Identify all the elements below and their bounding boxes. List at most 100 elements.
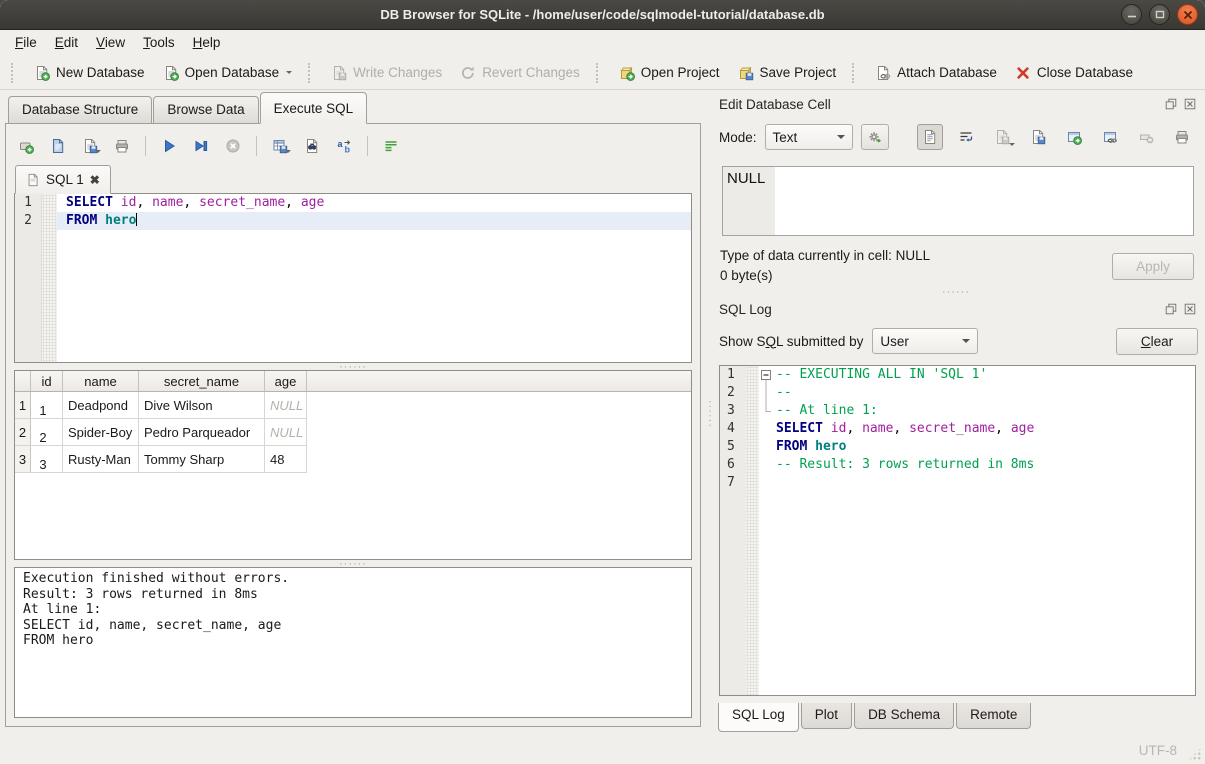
find-in-sql-button[interactable] <box>302 136 322 156</box>
toggle-word-wrap-button[interactable] <box>381 136 401 156</box>
float-dock-button[interactable] <box>1163 96 1179 112</box>
column-header-age[interactable]: age <box>265 371 307 391</box>
dock-tab-sql-log[interactable]: SQL Log <box>718 703 799 732</box>
toolbar-separator <box>145 136 146 156</box>
save-project-button[interactable]: Save Project <box>729 61 846 85</box>
table-cell[interactable]: 48 <box>265 446 307 472</box>
import-data-button <box>989 124 1015 150</box>
open-sql-file-button[interactable] <box>48 136 68 156</box>
row-header[interactable]: 3 <box>15 446 31 472</box>
save-sql-file-button[interactable] <box>80 136 100 156</box>
message-line: Execution finished without errors. <box>23 571 683 587</box>
main-toolbar: New DatabaseOpen DatabaseWrite ChangesRe… <box>0 56 1205 90</box>
table-cell[interactable]: Dive Wilson <box>139 392 265 418</box>
toolbar-handle[interactable] <box>11 63 18 83</box>
copy-link-button[interactable] <box>1097 124 1123 150</box>
close-dock-button[interactable] <box>1182 301 1198 317</box>
export-data-icon <box>1030 129 1046 145</box>
titlebar[interactable]: DB Browser for SQLite - /home/user/code/… <box>0 0 1205 30</box>
dropdown-arrow-icon[interactable] <box>95 150 101 156</box>
menu-edit[interactable]: Edit <box>46 30 87 56</box>
sql-tab[interactable]: SQL 1✖ <box>15 165 111 194</box>
line-number: 2 <box>720 384 746 402</box>
open-project-button[interactable]: Open Project <box>610 61 729 85</box>
column-header-id[interactable]: id <box>31 371 63 391</box>
window-controls <box>1121 4 1198 25</box>
column-header-name[interactable]: name <box>63 371 139 391</box>
execute-sql-page: ab SQL 1✖ 12 SELECT id, name, secret_nam… <box>5 123 701 727</box>
splitter-main[interactable]: ······ <box>706 90 714 737</box>
table-cell[interactable]: 1 <box>31 392 63 418</box>
export-results-button[interactable] <box>270 136 290 156</box>
attach-database-button[interactable]: Attach Database <box>866 61 1006 85</box>
tab-browse-data[interactable]: Browse Data <box>153 96 258 123</box>
maximize-button[interactable] <box>1149 4 1170 25</box>
cell-value: NULL <box>727 170 765 187</box>
dropdown-arrow-icon[interactable] <box>285 150 291 156</box>
sql-log-filter-row: Show SQL submitted by User Clear <box>714 326 1198 356</box>
menu-view[interactable]: View <box>87 30 134 56</box>
log-line <box>759 474 1195 492</box>
fold-margin <box>759 474 773 492</box>
menu-help[interactable]: Help <box>184 30 230 56</box>
new-database-button[interactable]: New Database <box>25 61 154 85</box>
export-data-button[interactable] <box>1025 124 1051 150</box>
word-wrap-button[interactable] <box>953 124 979 150</box>
row-header[interactable]: 1 <box>15 392 31 418</box>
execute-all-button[interactable] <box>159 136 179 156</box>
tab-database-structure[interactable]: Database Structure <box>8 96 152 123</box>
splitter-results-message[interactable]: ······ <box>14 560 692 567</box>
text-mode-button[interactable] <box>917 124 943 150</box>
grid-corner[interactable] <box>15 371 31 391</box>
row-header[interactable]: 2 <box>15 419 31 445</box>
sql-editor[interactable]: 12 SELECT id, name, secret_name, ageFROM… <box>14 193 692 363</box>
resize-grip-icon[interactable] <box>1188 747 1202 761</box>
menu-tools[interactable]: Tools <box>134 30 184 56</box>
fold-marker-icon[interactable] <box>759 366 773 384</box>
open-sql-tab-button[interactable] <box>16 136 36 156</box>
clear-button[interactable]: Clear <box>1116 328 1198 355</box>
table-cell[interactable]: Tommy Sharp <box>139 446 265 472</box>
print-sql-button[interactable] <box>112 136 132 156</box>
dock-tab-db-schema[interactable]: DB Schema <box>854 703 954 729</box>
column-header-secret-name[interactable]: secret_name <box>139 371 265 391</box>
float-dock-button[interactable] <box>1163 301 1179 317</box>
toolbar-button-label: Open Database <box>185 65 280 80</box>
splitter-cell-log[interactable]: ······ <box>714 286 1198 297</box>
table-cell[interactable]: NULL <box>265 392 307 418</box>
toolbar-button-label: Revert Changes <box>482 65 580 80</box>
table-cell[interactable]: Pedro Parqueador <box>139 419 265 445</box>
editor-code-area[interactable]: SELECT id, name, secret_name, ageFROM he… <box>57 194 691 362</box>
open-database-button[interactable]: Open Database <box>154 61 302 85</box>
dock-tab-plot[interactable]: Plot <box>801 703 852 729</box>
mode-select[interactable]: Text <box>765 124 853 150</box>
edit-cell-dock-buttons <box>1163 96 1198 112</box>
close-database-button[interactable]: Close Database <box>1006 61 1142 85</box>
print-cell-button[interactable] <box>1169 124 1195 150</box>
execution-message[interactable]: Execution finished without errors.Result… <box>14 567 692 718</box>
stop-execution-icon <box>225 138 241 154</box>
find-replace-button[interactable]: ab <box>334 136 354 156</box>
close-button[interactable] <box>1177 4 1198 25</box>
dropdown-arrow-icon[interactable] <box>286 65 292 80</box>
minimize-button[interactable] <box>1121 4 1142 25</box>
close-tab-icon[interactable]: ✖ <box>90 173 100 187</box>
sql-log-view[interactable]: 1234567 -- EXECUTING ALL IN 'SQL 1'---- … <box>719 365 1196 696</box>
splitter-editor-results[interactable]: ······ <box>14 363 692 370</box>
table-cell[interactable]: Spider-Boy <box>63 419 139 445</box>
table-cell[interactable]: NULL <box>265 419 307 445</box>
open-external-button[interactable] <box>1061 124 1087 150</box>
table-cell[interactable]: 3 <box>31 446 63 472</box>
sql-log-title: SQL Log <box>719 302 772 317</box>
table-cell[interactable]: Rusty-Man <box>63 446 139 472</box>
cell-value-editor[interactable]: NULL <box>722 166 1194 236</box>
execute-current-line-button[interactable] <box>191 136 211 156</box>
dock-tab-remote[interactable]: Remote <box>956 703 1031 729</box>
auto-format-button[interactable] <box>861 124 889 150</box>
table-cell[interactable]: 2 <box>31 419 63 445</box>
table-cell[interactable]: Deadpond <box>63 392 139 418</box>
submitted-by-select[interactable]: User <box>872 328 978 354</box>
close-dock-button[interactable] <box>1182 96 1198 112</box>
tab-execute-sql[interactable]: Execute SQL <box>260 92 368 124</box>
menu-file[interactable]: File <box>6 30 46 56</box>
